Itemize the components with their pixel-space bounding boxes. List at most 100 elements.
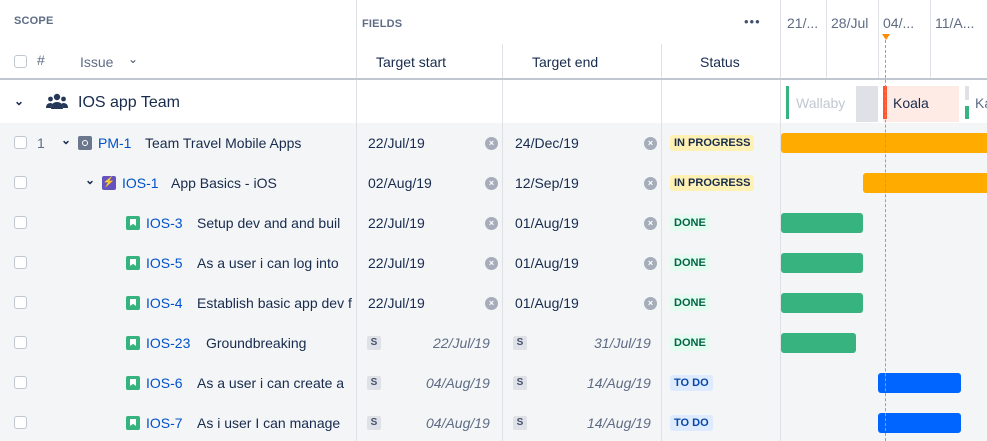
status-badge[interactable]: IN PROGRESS <box>670 135 755 151</box>
schedule-bar[interactable] <box>781 133 987 153</box>
sprint-badge: S <box>367 376 381 390</box>
story-icon <box>126 256 140 270</box>
table-row[interactable]: IOS-7 As i user I can manage S 04/Aug/19… <box>0 403 987 441</box>
clear-date-icon[interactable]: × <box>644 257 657 270</box>
chevron-down-icon[interactable]: ⌄ <box>61 133 71 147</box>
clear-date-icon[interactable]: × <box>485 137 498 150</box>
target-start-value[interactable]: 22/Jul/19 <box>368 255 425 271</box>
target-start-value[interactable]: 22/Jul/19 <box>368 215 425 231</box>
sprint-label-koala[interactable]: Koala <box>893 95 929 111</box>
clear-date-icon[interactable]: × <box>485 177 498 190</box>
issue-key[interactable]: IOS-23 <box>146 335 190 351</box>
target-end-header[interactable]: Target end <box>532 54 598 70</box>
clear-date-icon[interactable]: × <box>644 297 657 310</box>
table-row[interactable]: ⌄ ⚡ IOS-1 App Basics - iOS 02/Aug/19 × 1… <box>0 163 987 203</box>
target-start-value[interactable]: 22/Jul/19 <box>368 295 425 311</box>
row-checkbox[interactable] <box>14 136 27 149</box>
issue-key[interactable]: IOS-6 <box>146 375 183 391</box>
target-start-value[interactable]: 04/Aug/19 <box>426 415 490 431</box>
target-end-value[interactable]: 14/Aug/19 <box>587 375 651 391</box>
table-row[interactable]: 1 ⌄ PM-1 Team Travel Mobile Apps 22/Jul/… <box>0 123 987 163</box>
target-end-value[interactable]: 12/Sep/19 <box>515 175 579 191</box>
schedule-bar[interactable] <box>878 413 961 433</box>
sprint-marker-next <box>965 106 969 119</box>
schedule-bar[interactable] <box>863 173 987 193</box>
issue-summary[interactable]: App Basics - iOS <box>171 175 351 191</box>
clear-date-icon[interactable]: × <box>644 137 657 150</box>
scope-label: SCOPE <box>14 15 54 27</box>
issue-summary[interactable]: Establish basic app dev f <box>197 295 355 311</box>
target-start-header[interactable]: Target start <box>376 54 446 70</box>
issue-column-header[interactable]: Issue <box>80 54 113 70</box>
more-options-icon[interactable]: ••• <box>744 14 761 29</box>
target-start-value[interactable]: 02/Aug/19 <box>368 175 432 191</box>
table-row[interactable]: IOS-5 As a user i can log into 22/Jul/19… <box>0 243 987 283</box>
schedule-bar[interactable] <box>781 213 863 233</box>
sprint-label-wallaby[interactable]: Wallaby <box>796 95 845 111</box>
issue-key[interactable]: IOS-4 <box>146 295 183 311</box>
schedule-bar[interactable] <box>878 373 961 393</box>
target-end-value[interactable]: 24/Dec/19 <box>515 135 579 151</box>
story-icon <box>126 376 140 390</box>
sprint-badge: S <box>367 416 381 430</box>
row-checkbox[interactable] <box>14 416 27 429</box>
chevron-down-icon[interactable]: ⌄ <box>85 173 95 187</box>
status-header[interactable]: Status <box>700 54 740 70</box>
select-all-checkbox[interactable] <box>14 55 27 68</box>
chevron-down-icon[interactable]: ⌄ <box>128 52 138 66</box>
issue-key[interactable]: IOS-1 <box>122 175 159 191</box>
target-end-value[interactable]: 01/Aug/19 <box>515 215 579 231</box>
timeline-date-2: 28/Jul <box>831 15 869 31</box>
target-start-value[interactable]: 22/Jul/19 <box>433 335 490 351</box>
clear-date-icon[interactable]: × <box>485 217 498 230</box>
issue-summary[interactable]: Setup dev and and buil <box>197 215 347 231</box>
status-badge[interactable]: DONE <box>670 255 710 271</box>
column-divider <box>356 80 357 441</box>
table-row[interactable]: IOS-4 Establish basic app dev f 22/Jul/1… <box>0 283 987 323</box>
timeline-date-3: 04/... <box>883 15 915 31</box>
issue-key[interactable]: IOS-3 <box>146 215 183 231</box>
row-checkbox[interactable] <box>14 296 27 309</box>
status-badge[interactable]: TO DO <box>670 375 713 391</box>
issue-key[interactable]: IOS-5 <box>146 255 183 271</box>
target-end-value[interactable]: 01/Aug/19 <box>515 255 579 271</box>
table-row[interactable]: IOS-23 Groundbreaking S 22/Jul/19 S 31/J… <box>0 323 987 363</box>
row-checkbox[interactable] <box>14 376 27 389</box>
issue-summary[interactable]: As i user I can manage <box>197 415 349 431</box>
story-icon <box>126 296 140 310</box>
status-badge[interactable]: DONE <box>670 215 710 231</box>
issue-key[interactable]: IOS-7 <box>146 415 183 431</box>
issue-summary[interactable]: As a user i can create a <box>197 375 349 391</box>
target-end-value[interactable]: 14/Aug/19 <box>587 415 651 431</box>
schedule-bar[interactable] <box>781 333 856 353</box>
row-checkbox[interactable] <box>14 256 27 269</box>
sprint-label-next[interactable]: Ka <box>975 95 987 111</box>
status-badge[interactable]: DONE <box>670 335 710 351</box>
clear-date-icon[interactable]: × <box>485 297 498 310</box>
target-start-value[interactable]: 22/Jul/19 <box>368 135 425 151</box>
collapse-team-icon[interactable]: ⌄ <box>14 94 24 108</box>
clear-date-icon[interactable]: × <box>644 217 657 230</box>
status-badge[interactable]: DONE <box>670 295 710 311</box>
target-end-value[interactable]: 01/Aug/19 <box>515 295 579 311</box>
row-checkbox[interactable] <box>14 336 27 349</box>
target-end-value[interactable]: 31/Jul/19 <box>594 335 651 351</box>
sprint-badge: S <box>513 416 527 430</box>
issue-summary[interactable]: Team Travel Mobile Apps <box>145 135 350 151</box>
table-row[interactable]: IOS-6 As a user i can create a S 04/Aug/… <box>0 363 987 403</box>
story-icon <box>126 416 140 430</box>
issue-summary[interactable]: As a user i can log into <box>197 255 347 271</box>
today-line <box>885 40 886 441</box>
clear-date-icon[interactable]: × <box>644 177 657 190</box>
schedule-bar[interactable] <box>781 293 863 313</box>
schedule-bar[interactable] <box>781 253 863 273</box>
status-badge[interactable]: TO DO <box>670 415 713 431</box>
row-checkbox[interactable] <box>14 176 27 189</box>
issue-summary[interactable]: Groundbreaking <box>206 335 354 351</box>
issue-key[interactable]: PM-1 <box>98 135 131 151</box>
clear-date-icon[interactable]: × <box>485 257 498 270</box>
status-badge[interactable]: IN PROGRESS <box>670 175 755 191</box>
row-checkbox[interactable] <box>14 216 27 229</box>
table-row[interactable]: IOS-3 Setup dev and and buil 22/Jul/19 ×… <box>0 203 987 243</box>
target-start-value[interactable]: 04/Aug/19 <box>426 375 490 391</box>
